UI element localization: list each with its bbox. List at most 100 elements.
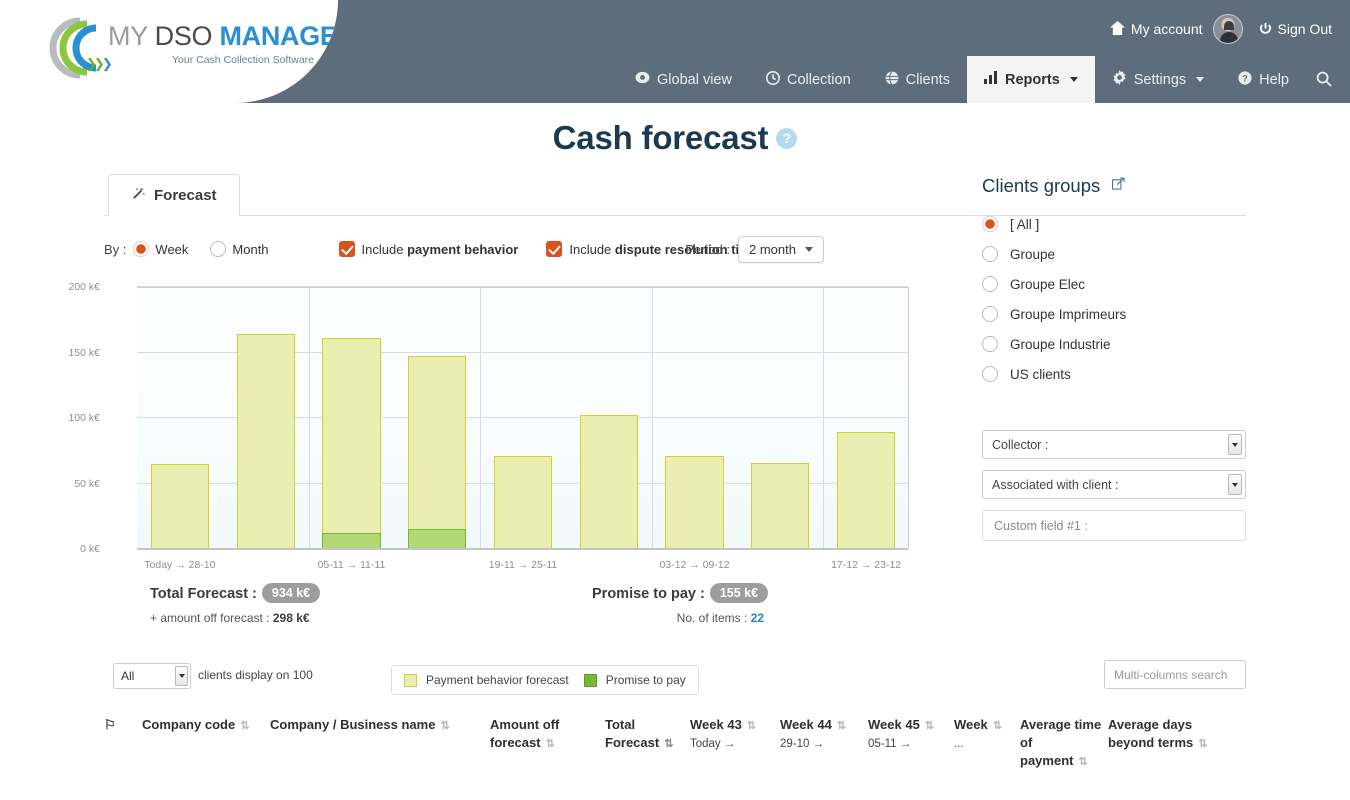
sort-toggle-icon[interactable]: ⇅	[1198, 738, 1207, 750]
by-label: By :	[104, 241, 127, 257]
sign-out-link[interactable]: Sign Out	[1259, 21, 1332, 37]
sort-toggle-icon[interactable]: ⇅	[546, 738, 555, 750]
table-header-week-43[interactable]: Week 43 ⇅ Today →	[690, 716, 780, 771]
chart-bar[interactable]	[665, 456, 724, 549]
clients-groups-title: Clients groups	[982, 175, 1246, 197]
sort-toggle-icon[interactable]: ⇅	[664, 738, 673, 750]
table-header-amount-off-forecast[interactable]: Amount off forecast ⇅	[490, 716, 605, 771]
external-link-icon[interactable]	[1112, 177, 1125, 193]
table-toolbar: All clients display on 100 Multi-columns…	[104, 660, 1246, 697]
multi-columns-search-input[interactable]: Multi-columns search	[1104, 660, 1246, 689]
chart-bar[interactable]	[408, 356, 467, 549]
checkbox-include-dispute-resolution[interactable]	[546, 241, 563, 257]
avatar[interactable]	[1212, 14, 1243, 44]
period-control: Period : 2 month	[685, 235, 824, 263]
sort-toggle-icon[interactable]: ⇅	[440, 720, 449, 732]
nav-item-collection[interactable]: Collection	[749, 56, 868, 103]
no-of-items-value: 22	[750, 611, 765, 625]
nav-search-button[interactable]	[1306, 56, 1350, 103]
nav-label-clients: Clients	[905, 71, 950, 88]
clients-display-label: clients display on 100	[198, 668, 313, 682]
chart-bar[interactable]	[236, 334, 295, 549]
table-header-total-forecast[interactable]: Total Forecast ⇅	[605, 716, 690, 771]
nav-item-global-view[interactable]: Global view	[618, 56, 749, 103]
logo-dso: DSO	[154, 21, 220, 51]
chart-y-tick-label: 50 k€	[74, 477, 100, 490]
clients-group-radio[interactable]	[982, 246, 998, 262]
page-size-select[interactable]: All	[113, 663, 191, 689]
clients-group-radio[interactable]	[982, 366, 998, 382]
include-payment-behavior-label: Include payment behavior	[361, 241, 519, 257]
bar-chart-icon	[983, 71, 998, 88]
sort-toggle-icon[interactable]: ⇅	[1078, 756, 1087, 768]
chart-plot-area	[137, 286, 909, 550]
my-account-link[interactable]: My account	[1109, 21, 1203, 37]
clients-group-option-5[interactable]: US clients	[982, 359, 1246, 389]
clients-group-option-1[interactable]: Groupe	[982, 239, 1246, 269]
table-header-label: Week	[954, 717, 988, 732]
table-header-week-44[interactable]: Week 44 ⇅ 29-10 →	[780, 716, 868, 771]
radio-week[interactable]	[133, 241, 150, 257]
nav-label-reports: Reports	[1004, 71, 1060, 88]
chart-bar[interactable]	[579, 415, 638, 549]
table-header-company-code[interactable]: Company code ⇅	[142, 716, 270, 771]
search-icon	[1316, 71, 1332, 89]
table-header-week-45[interactable]: Week 45 ⇅ 05-11 →	[868, 716, 954, 771]
clients-group-radio[interactable]	[982, 216, 998, 232]
flag-icon: ⚐	[104, 717, 116, 732]
chart-bar[interactable]	[322, 338, 381, 549]
clients-group-radio[interactable]	[982, 276, 998, 292]
sort-toggle-icon[interactable]: ⇅	[925, 720, 934, 732]
nav-item-reports[interactable]: Reports	[966, 56, 1095, 103]
nav-item-help[interactable]: ? Help	[1221, 56, 1306, 103]
nav-label-help: Help	[1259, 71, 1289, 88]
clients-group-radio[interactable]	[982, 306, 998, 322]
radio-month[interactable]	[210, 241, 227, 257]
sort-toggle-icon[interactable]: ⇅	[837, 720, 846, 732]
associated-with-client-select[interactable]: Associated with client :	[982, 470, 1246, 499]
chart-bar[interactable]	[751, 462, 810, 549]
chart-bar-payment-behavior	[579, 415, 638, 549]
tab-forecast[interactable]: Forecast	[108, 174, 240, 216]
nav-item-settings[interactable]: Settings	[1095, 56, 1221, 103]
logo-tagline: Your Cash Collection Software	[172, 54, 315, 66]
amount-off-forecast-label: + amount off forecast :	[150, 611, 273, 625]
amount-off-forecast-value: 298 k€	[272, 611, 310, 625]
chart-bar[interactable]	[493, 456, 553, 549]
period-select[interactable]: 2 month	[738, 235, 824, 263]
amount-off-forecast-row: + amount off forecast : 298 k€	[150, 611, 320, 625]
table-header-label: Average days beyond terms	[1108, 717, 1194, 750]
table-header-sublabel: ...	[954, 738, 964, 750]
chevron-down-icon	[805, 246, 813, 252]
page-help-icon[interactable]: ?	[776, 128, 798, 149]
clients-group-radio[interactable]	[982, 336, 998, 352]
sort-toggle-icon[interactable]: ⇅	[747, 720, 756, 732]
clients-group-option-4[interactable]: Groupe Industrie	[982, 329, 1246, 359]
clients-group-option-0[interactable]: [ All ]	[982, 209, 1246, 239]
gear-icon	[1112, 70, 1127, 89]
chart-bar-payment-behavior	[665, 456, 724, 549]
table-header-average-days-beyond-terms[interactable]: Average days beyond terms ⇅	[1108, 716, 1218, 771]
table-header-company-business-name[interactable]: Company / Business name ⇅	[270, 716, 490, 771]
clients-group-option-3[interactable]: Groupe Imprimeurs	[982, 299, 1246, 329]
sort-toggle-icon[interactable]: ⇅	[240, 720, 249, 732]
custom-field-1-input[interactable]: Custom field #1 :	[982, 510, 1246, 541]
chart-bar[interactable]	[836, 432, 896, 549]
sort-toggle-icon[interactable]: ⇅	[993, 720, 1002, 732]
chart-x-tick-label: Today → 28-10	[144, 559, 216, 571]
chart-bar[interactable]	[150, 463, 210, 549]
total-forecast-value: 934 k€	[261, 583, 321, 603]
clients-table: All clients display on 100 Multi-columns…	[104, 660, 1246, 771]
table-header-week[interactable]: Week ⇅...	[954, 716, 1020, 771]
promise-to-pay-label: Promise to pay :	[592, 586, 705, 602]
nav-item-clients[interactable]: Clients	[868, 56, 967, 103]
logo-chevrons-icon: ❯❯❯	[86, 56, 113, 71]
logo-manager: MANAGER	[219, 21, 338, 51]
collector-select[interactable]: Collector :	[982, 430, 1246, 459]
brand-logo[interactable]: MY DSO MANAGER Your Cash Collection Soft…	[46, 17, 338, 79]
chart-gridline	[137, 286, 908, 287]
checkbox-include-payment-behavior[interactable]	[338, 241, 355, 257]
table-header-average-time-of-payment[interactable]: Average time of payment ⇅	[1020, 716, 1108, 771]
nav-label-global-view: Global view	[657, 71, 732, 88]
clients-group-option-2[interactable]: Groupe Elec	[982, 269, 1246, 299]
